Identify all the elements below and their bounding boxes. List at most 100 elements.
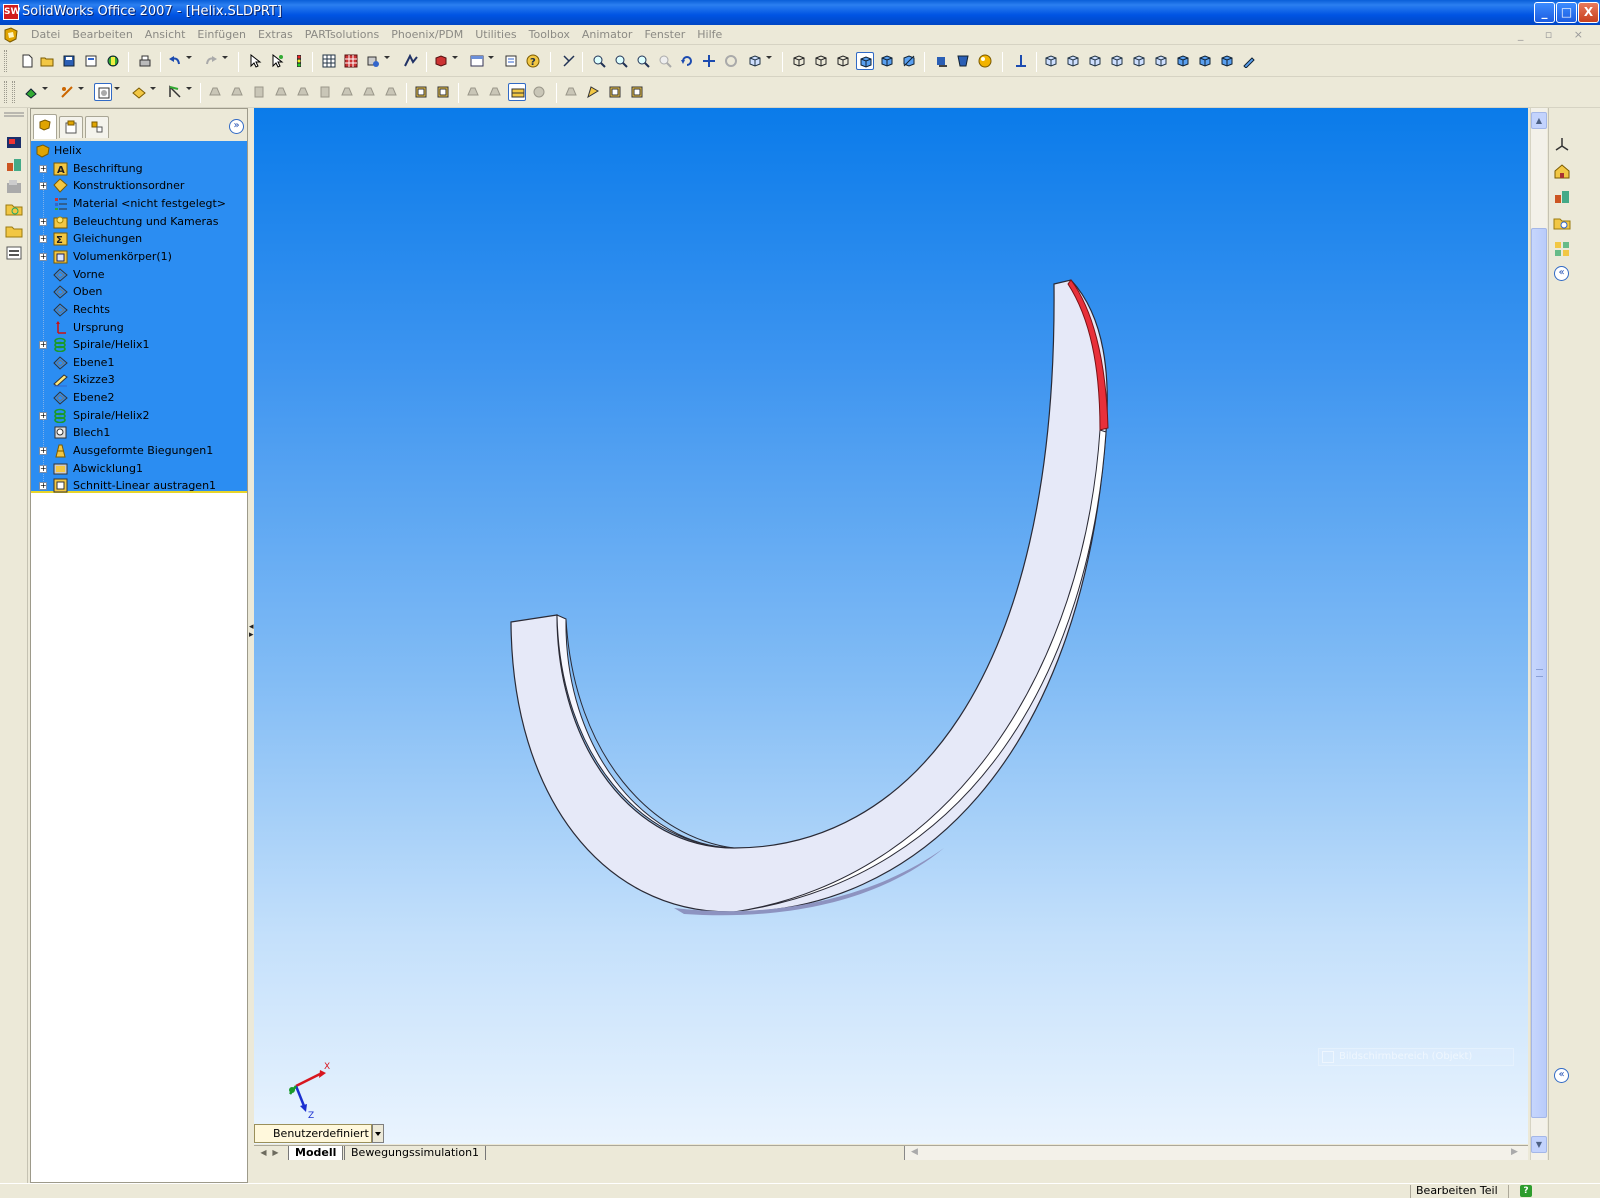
rip-button[interactable] <box>508 83 526 101</box>
toolbar-grip[interactable] <box>4 81 7 103</box>
menu-item[interactable]: Phoenix/PDM <box>385 28 469 42</box>
dropdown-arrow-icon[interactable] <box>42 87 48 90</box>
sketch-relations-button[interactable] <box>560 52 578 70</box>
vertical-scrollbar[interactable]: ▲ ▼ <box>1530 108 1547 1160</box>
tab-property-manager[interactable] <box>59 116 83 138</box>
expand-toggle-icon[interactable]: + <box>39 182 47 191</box>
menu-item[interactable]: Fenster <box>638 28 691 42</box>
select-filter-button[interactable] <box>268 52 286 70</box>
zoom-in-out-button[interactable] <box>634 52 652 70</box>
fold-button[interactable] <box>434 83 452 101</box>
menu-item[interactable]: PARTsolutions <box>299 28 386 42</box>
expand-toggle-icon[interactable]: + <box>39 411 47 420</box>
expand-toggle-icon[interactable]: + <box>39 164 47 173</box>
sketched-bend-button[interactable] <box>316 83 334 101</box>
tab-motion-study[interactable]: Bewegungssimulation1 <box>344 1146 487 1160</box>
menu-item[interactable]: Einfügen <box>191 28 252 42</box>
wireframe-button[interactable] <box>790 52 808 70</box>
zoom-to-fit-button[interactable] <box>590 52 608 70</box>
expand-toggle-icon[interactable]: + <box>39 217 47 226</box>
dropdown-arrow-icon[interactable] <box>766 56 772 59</box>
custom-properties-icon[interactable] <box>5 244 23 262</box>
extruded-cut-button[interactable] <box>58 83 76 101</box>
convert-to-sheet-metal-button[interactable] <box>606 83 624 101</box>
jog-button[interactable] <box>294 83 312 101</box>
reference-triad[interactable]: X Z <box>284 1060 334 1120</box>
expand-toggle-icon[interactable]: + <box>39 252 47 261</box>
dropdown-arrow-icon[interactable] <box>114 87 120 90</box>
isometric-view-button[interactable] <box>1174 52 1192 70</box>
curves-button[interactable] <box>166 83 184 101</box>
dropdown-arrow-icon[interactable] <box>384 56 390 59</box>
scroll-thumb[interactable] <box>1531 228 1547 1118</box>
expand-toggle-icon[interactable]: + <box>39 464 47 473</box>
expand-toggle-icon[interactable]: + <box>39 341 47 350</box>
closed-corner-button[interactable] <box>338 83 356 101</box>
help-icon[interactable]: ? <box>1520 1185 1532 1197</box>
graphics-area[interactable]: Bildschirmbereich (Objekt) X Z Benutzerd… <box>254 108 1528 1144</box>
menu-item[interactable]: Utilities <box>469 28 522 42</box>
toolbar-grip[interactable] <box>4 50 7 72</box>
sheet-metal-feature-button[interactable] <box>628 83 646 101</box>
grid-button[interactable] <box>320 52 338 70</box>
redo-button[interactable] <box>202 52 220 70</box>
tree-item[interactable]: + Schnitt-Linear austragen1 <box>31 477 247 494</box>
shaded-with-edges-button[interactable] <box>856 52 874 70</box>
tree-item[interactable]: + Volumenkörper(1) <box>31 248 247 265</box>
scroll-up-button[interactable]: ▲ <box>1531 112 1547 129</box>
tree-item[interactable]: Ursprung <box>31 319 247 336</box>
expand-panel-button[interactable]: » <box>229 119 244 134</box>
tab-scroll-right-button[interactable]: ▶ <box>270 1147 281 1159</box>
dock-grip-icon[interactable] <box>4 110 24 120</box>
save-button[interactable] <box>60 52 78 70</box>
insert-bends-button[interactable] <box>530 83 548 101</box>
tree-item[interactable]: Oben <box>31 283 247 300</box>
close-button[interactable]: X <box>1578 2 1599 23</box>
3d-view-button[interactable] <box>432 52 450 70</box>
mdi-window-controls[interactable]: _ ▫ × <box>1518 28 1592 41</box>
shaded-button[interactable] <box>878 52 896 70</box>
back-view-button[interactable] <box>1064 52 1082 70</box>
front-view-button[interactable] <box>1042 52 1060 70</box>
dropdown-arrow-icon[interactable] <box>186 87 192 90</box>
rotate-view-button[interactable] <box>678 52 696 70</box>
tree-item[interactable]: + Spirale/Helix1 <box>31 336 247 353</box>
view-orientation-label[interactable]: Benutzerdefiniert <box>254 1124 372 1143</box>
tree-item[interactable]: Skizze3 <box>31 371 247 388</box>
solidworks-logo-icon[interactable] <box>3 27 19 43</box>
dropdown-arrow-icon[interactable] <box>150 87 156 90</box>
lofted-bend-button[interactable] <box>584 83 602 101</box>
print-preview-button[interactable] <box>82 52 100 70</box>
tree-item[interactable]: + Σ Gleichungen <box>31 230 247 247</box>
options-button[interactable] <box>342 52 360 70</box>
left-view-button[interactable] <box>1086 52 1104 70</box>
design-library-icon[interactable] <box>5 156 23 174</box>
design-library-icon[interactable] <box>1553 188 1571 206</box>
scroll-down-button[interactable]: ▼ <box>1531 1136 1547 1153</box>
zoom-to-area-button[interactable] <box>612 52 630 70</box>
view-layout-button[interactable] <box>468 52 486 70</box>
tab-feature-tree[interactable] <box>33 114 57 139</box>
solidworks-resources-icon[interactable] <box>1553 136 1571 154</box>
dropdown-arrow-icon[interactable] <box>452 56 458 59</box>
tree-item[interactable]: Rechts <box>31 301 247 318</box>
view-orientation-dropdown[interactable] <box>372 1124 384 1143</box>
section-view-button[interactable] <box>900 52 918 70</box>
menu-item[interactable]: Animator <box>576 28 639 42</box>
tab-scroll-left-button[interactable]: ◀ <box>258 1147 269 1159</box>
toolbar-grip[interactable] <box>12 81 15 103</box>
tab-configuration-manager[interactable] <box>85 116 109 138</box>
collapse-task-pane-button[interactable]: « <box>1554 266 1569 281</box>
tree-item[interactable]: Ebene2 <box>31 389 247 406</box>
break-corner-button[interactable] <box>382 83 400 101</box>
base-flange-button[interactable] <box>206 83 224 101</box>
customize-button[interactable] <box>364 52 382 70</box>
new-document-button[interactable] <box>18 52 36 70</box>
tab-model[interactable]: Modell <box>288 1146 344 1160</box>
hscroll-right-arrow-icon[interactable]: ▶ <box>1511 1146 1518 1159</box>
publish-button[interactable] <box>104 52 122 70</box>
tree-item[interactable]: + Spirale/Helix2 <box>31 407 247 424</box>
tree-item[interactable]: + Konstruktionsordner <box>31 177 247 194</box>
minimize-button[interactable]: _ <box>1534 2 1555 23</box>
tree-item[interactable]: + A Beschriftung <box>31 160 247 177</box>
